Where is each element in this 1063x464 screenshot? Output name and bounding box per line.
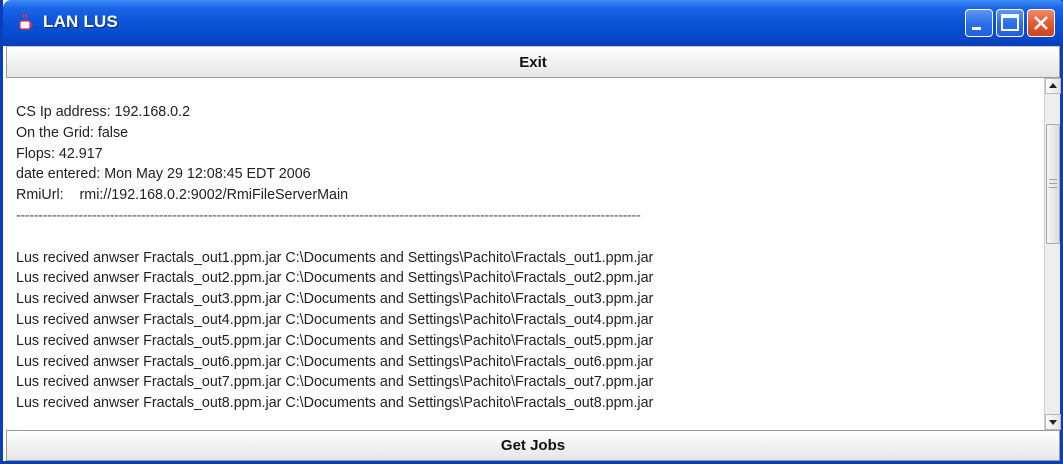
log-line-6: Lus recived anwser Fractals_out6.ppm.jar… xyxy=(16,353,654,370)
thumb-grip xyxy=(1049,179,1057,180)
close-icon xyxy=(1034,16,1048,30)
java-cup-icon xyxy=(17,12,35,32)
thumb-grip xyxy=(1049,183,1057,184)
maximize-icon xyxy=(1001,14,1019,31)
scroll-up-button[interactable] xyxy=(1045,78,1061,94)
scrollbar-thumb[interactable] xyxy=(1046,124,1060,244)
separator-line: ----------------------------------------… xyxy=(16,207,641,224)
log-line-7: Lus recived anwser Fractals_out7.ppm.jar… xyxy=(16,374,654,391)
window-title: LAN LUS xyxy=(43,12,119,31)
exit-button[interactable]: Exit xyxy=(6,46,1060,78)
close-button[interactable] xyxy=(1027,9,1055,37)
log-text-area[interactable]: CS Ip address: 192.168.0.2 On the Grid: … xyxy=(6,78,1044,430)
log-line-8: Lus recived anwser Fractals_out8.ppm.jar… xyxy=(16,395,654,412)
log-line-2: Lus recived anwser Fractals_out2.ppm.jar… xyxy=(16,270,654,287)
get-jobs-button[interactable]: Get Jobs xyxy=(6,430,1060,461)
scroll-down-button[interactable] xyxy=(1045,414,1061,430)
rmi-url-line: RmiUrl: rmi://192.168.0.2:9002/RmiFileSe… xyxy=(16,187,349,204)
grid-status-line: On the Grid: false xyxy=(16,124,129,141)
vertical-scrollbar[interactable] xyxy=(1044,78,1061,430)
arrow-down-icon xyxy=(1049,420,1057,425)
title-bar[interactable]: LAN LUS xyxy=(3,0,1063,46)
minimize-icon xyxy=(972,27,981,30)
thumb-grip xyxy=(1049,187,1057,188)
minimize-button[interactable] xyxy=(965,9,993,37)
app-window: LAN LUS Exit CS Ip address: 192.168.0.2 … xyxy=(0,0,1063,464)
date-entered-line: date entered: Mon May 29 12:08:45 EDT 20… xyxy=(16,166,311,183)
log-line-3: Lus recived anwser Fractals_out3.ppm.jar… xyxy=(16,291,654,308)
log-line-5: Lus recived anwser Fractals_out5.ppm.jar… xyxy=(16,332,654,349)
arrow-up-icon xyxy=(1049,83,1057,88)
maximize-button[interactable] xyxy=(996,9,1024,37)
log-line-4: Lus recived anwser Fractals_out4.ppm.jar… xyxy=(16,311,654,328)
ip-address-line: CS Ip address: 192.168.0.2 xyxy=(16,104,191,120)
log-line-1: Lus recived anwser Fractals_out1.ppm.jar… xyxy=(16,249,654,266)
flops-line: Flops: 42.917 xyxy=(16,145,103,162)
